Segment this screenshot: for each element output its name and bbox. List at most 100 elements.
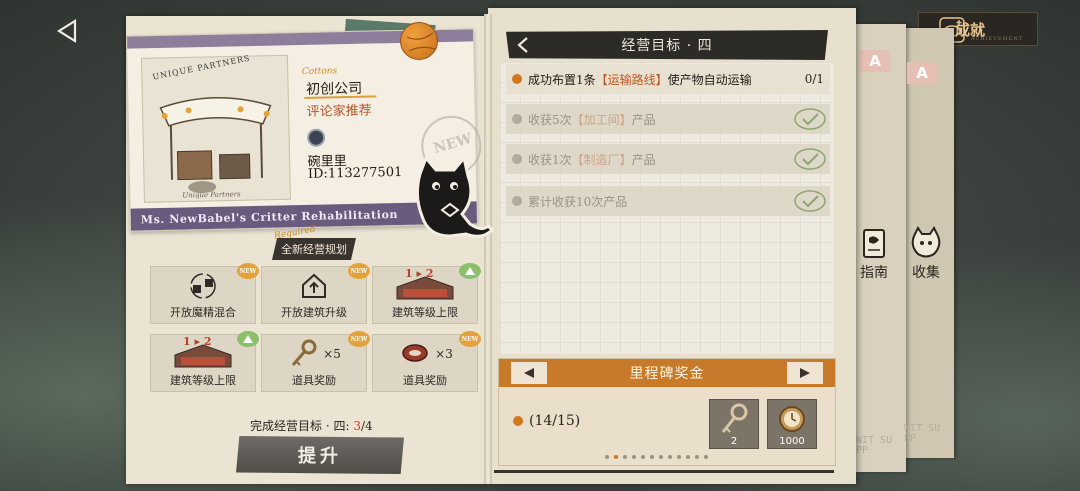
milestone-next-button[interactable]: [787, 362, 823, 384]
page-dot: [632, 455, 636, 459]
goal-task-row: 成功布置1条【运输路线】使产物自动运输 0/1: [506, 64, 830, 94]
tile-label: 道具奖励: [403, 374, 447, 387]
goal-back-button[interactable]: [516, 36, 530, 58]
item-quantity: ×5: [323, 346, 341, 361]
tile-graphic: 1 ▸ 2: [151, 335, 255, 372]
reward-count: 2: [730, 436, 738, 447]
milestone-page-dots: [605, 455, 708, 459]
key-item-icon: [721, 403, 748, 433]
triangle-right-icon: [800, 368, 810, 378]
milestone-progress-dot: [513, 416, 523, 426]
goal-header: 经营目标 · 四: [506, 30, 828, 60]
tile-label: 开放魔精混合: [170, 306, 236, 319]
meat-item-icon: [397, 343, 428, 366]
milestone-title: 里程碑奖金: [629, 366, 705, 382]
milestone-header: 里程碑奖金: [499, 359, 835, 387]
reward-tile-building-upgrade[interactable]: NEW 开放建筑升级: [261, 263, 370, 324]
page-dot: [650, 455, 654, 459]
triangle-left-icon: [524, 368, 534, 378]
goal-task-row: 累计收获10次产品: [506, 186, 830, 216]
page-dot: [668, 455, 672, 459]
page-dot: [704, 455, 708, 459]
collect-tab-label: 收集: [912, 265, 940, 281]
check-icon: [794, 148, 826, 170]
tile-label: 建筑等级上限: [392, 306, 458, 319]
collect-critter-icon: [911, 226, 941, 258]
reward-tile-building-cap-1[interactable]: 1 ▸ 2 建筑等级上限: [372, 263, 481, 324]
milestone-progress: (14/15): [513, 413, 580, 429]
task-text: 累计收获10次产品: [528, 194, 628, 209]
page-dot: [695, 455, 699, 459]
company-subtitle: 评论家推荐: [306, 103, 372, 120]
tile-graphic: [262, 267, 366, 304]
achievement-sublabel: ACHIEVEMENT: [970, 36, 1023, 42]
task-status-dot: [512, 74, 522, 84]
owner-avatar: [306, 128, 326, 147]
tile-graphic: ×5: [262, 335, 366, 372]
goal-task-row: 收获1次【制造厂】产品: [506, 144, 830, 174]
orange-ball-decoration: [400, 22, 438, 60]
tile-graphic: [151, 267, 255, 304]
side-tab-letter-1: A: [860, 50, 890, 72]
check-icon: [794, 190, 826, 212]
notebook-spine: [484, 14, 492, 484]
completion-total: 4: [365, 419, 373, 433]
task-text: 成功布置1条【运输路线】使产物自动运输: [528, 72, 752, 87]
upgrade-button[interactable]: 提升: [236, 436, 404, 474]
right-page-bottom-line: [494, 470, 834, 473]
task-status-dot: [512, 154, 522, 164]
page-dot: [677, 455, 681, 459]
milestone-reward-key[interactable]: 2: [709, 399, 759, 449]
goal-task-row: 收获5次【加工间】产品: [506, 104, 830, 134]
stall-caption: Unique Partners: [182, 190, 241, 199]
pocket-watch-icon: [779, 406, 805, 432]
goal-title: 经营目标 · 四: [621, 38, 713, 54]
level-text: 1 ▸ 2: [405, 267, 434, 280]
completion-current: 3: [353, 419, 361, 433]
side-wit-text-1: WIT SUPP: [856, 435, 893, 456]
key-item-icon: [292, 339, 317, 366]
reward-count: 1000: [779, 436, 805, 447]
tile-label: 开放建筑升级: [281, 306, 347, 319]
black-cat-mascot-icon: [415, 154, 494, 238]
page-dot: [686, 455, 690, 459]
plan-title: 全新经营规划: [281, 243, 347, 256]
milestone-reward-watch[interactable]: 1000: [767, 399, 817, 449]
task-text: 收获1次【制造厂】产品: [528, 152, 656, 167]
side-tab-letter-2: A: [907, 62, 937, 84]
page-dot: [605, 455, 609, 459]
level-text: 1 ▸ 2: [183, 335, 212, 348]
check-icon: [794, 108, 826, 130]
reward-tile-item-meat[interactable]: NEW ×3 道具奖励: [372, 331, 481, 392]
company-name-underline: [304, 95, 377, 99]
chevron-left-icon: [517, 37, 528, 53]
reward-tile-critter-mix[interactable]: NEW 开放魔精混合: [150, 263, 259, 324]
tile-graphic: ×3: [373, 335, 477, 372]
back-triangle-icon: [56, 19, 77, 43]
task-text: 收获5次【加工间】产品: [528, 112, 656, 127]
task-progress: 0/1: [804, 72, 824, 86]
guide-book-icon: [863, 229, 885, 258]
tile-label: 道具奖励: [292, 374, 336, 387]
page-dot: [659, 455, 663, 459]
task-status-dot: [512, 114, 522, 124]
side-wit-text-2: WIT SUPP: [904, 423, 941, 444]
company-deco-text: Cottons: [301, 66, 338, 77]
house-upgrade-icon: [302, 273, 326, 298]
reward-tile-building-cap-2[interactable]: 1 ▸ 2 建筑等级上限: [150, 331, 259, 392]
milestone-panel: 里程碑奖金 (14/15) 2 1000: [498, 358, 836, 466]
page-dot: [623, 455, 627, 459]
upgrade-button-label: 提升: [298, 446, 342, 467]
collect-tab[interactable]: 收集: [908, 226, 944, 282]
item-quantity: ×3: [435, 346, 453, 361]
page-dot: [614, 455, 618, 459]
ball-seam-icon: [406, 32, 436, 52]
milestone-prev-button[interactable]: [511, 362, 547, 384]
plan-title-badge: 全新经营规划: [272, 238, 356, 260]
reward-tile-item-key[interactable]: NEW ×5 道具奖励: [261, 331, 370, 392]
tile-graphic: 1 ▸ 2: [373, 267, 477, 304]
guide-tab-label: 指南: [860, 265, 888, 281]
back-button[interactable]: [50, 14, 84, 48]
guide-tab[interactable]: 指南: [860, 228, 888, 282]
swap-critters-icon: [190, 272, 216, 299]
